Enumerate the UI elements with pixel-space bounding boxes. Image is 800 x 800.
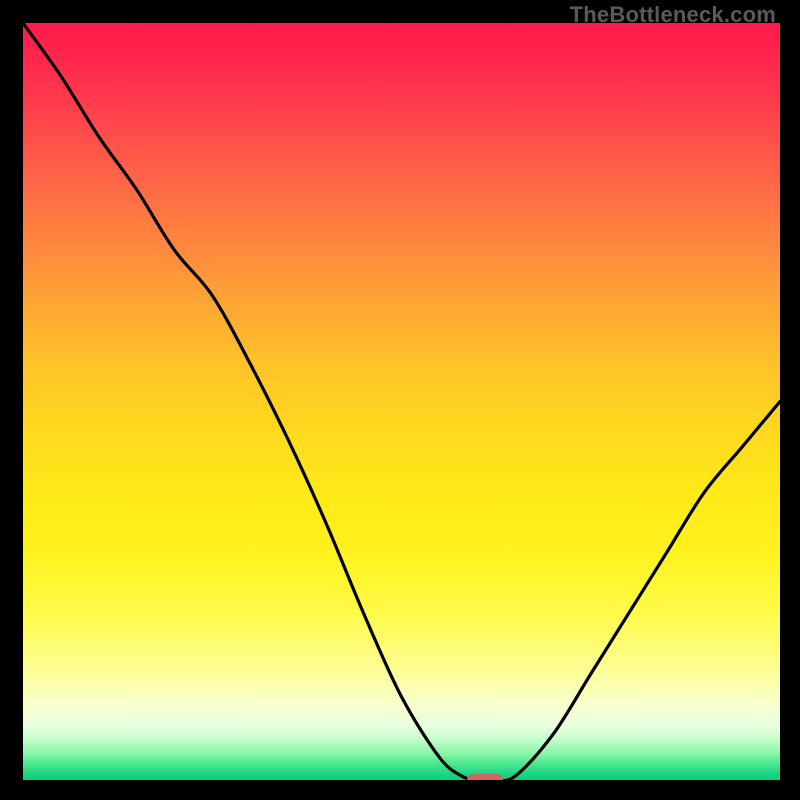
optimal-marker — [467, 774, 503, 780]
bottleneck-curve — [23, 23, 780, 780]
plot-area — [23, 23, 780, 780]
chart-frame: TheBottleneck.com — [0, 0, 800, 800]
